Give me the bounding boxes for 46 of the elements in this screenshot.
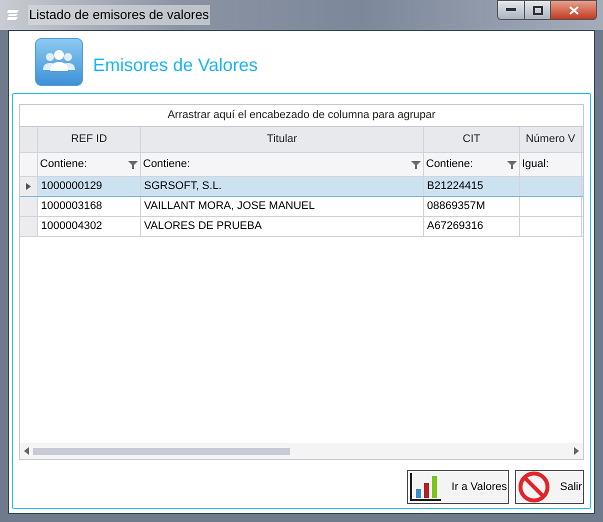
window-title: Listado de emisores de valores [28,5,210,25]
filter-cell[interactable]: Igual: [520,153,582,176]
filter-operator[interactable]: Contiene: [143,156,190,173]
table-cell-text: VAILLANT MORA, JOSE MANUEL [144,199,315,214]
action-button[interactable]: Ir a Valores [406,470,509,504]
filter-operator[interactable]: Igual: [522,156,549,173]
table-row[interactable]: 1000003168 VAILLANT MORA, JOSE MANUEL 08869357M [20,197,583,217]
page-title: Emisores de Valores [93,54,258,76]
filter-cell[interactable]: Contiene: [424,153,520,176]
close-button[interactable] [551,0,597,20]
table-cell-text: 1000000129 [41,179,102,194]
no-entry-icon [518,471,550,503]
table-cell-text: SGRSOFT, S.L. [144,179,222,194]
action-button[interactable]: Salir [514,470,584,504]
table-row[interactable]: 1000004302 VALORES DE PRUEBA A67269316 [20,217,583,237]
minimize-icon [506,8,516,12]
scroll-right-icon[interactable] [574,447,579,455]
bar-chart-icon [410,473,442,501]
column-header[interactable]: CIT [424,127,520,152]
filter-cell[interactable]: Contiene: [38,153,141,176]
table-cell-text: 1000004302 [41,219,102,234]
app-logo-icon [6,9,22,21]
group-icon [35,38,83,86]
filter-operator[interactable]: Contiene: [40,156,88,173]
current-row-icon [26,183,31,190]
filter-icon[interactable] [411,160,421,170]
scroll-left-icon[interactable] [24,447,29,455]
table-cell-text: B21224415 [427,179,484,194]
filter-operator[interactable]: Contiene: [426,156,474,173]
table-cell-text: 08869357M [427,199,486,214]
close-icon [568,6,578,14]
table-cell-text: VALORES DE PRUEBA [144,219,262,234]
maximize-button[interactable] [525,0,551,20]
horizontal-scrollbar[interactable] [20,443,583,459]
minimize-button[interactable] [497,0,525,20]
table-row[interactable]: 1000000129 SGRSOFT, S.L. B21224415 [20,177,583,197]
column-header[interactable]: REF ID [38,127,141,152]
filter-icon[interactable] [507,160,517,170]
filter-icon[interactable] [128,160,138,170]
scrollbar-thumb[interactable] [33,448,290,454]
maximize-icon [532,6,542,14]
table-cell-text: A67269316 [427,219,484,234]
column-header[interactable]: Número V [520,127,582,152]
table-cell-text: 1000003168 [41,199,102,214]
filter-cell[interactable]: Contiene: [141,153,424,176]
column-header[interactable]: Titular [141,127,424,152]
